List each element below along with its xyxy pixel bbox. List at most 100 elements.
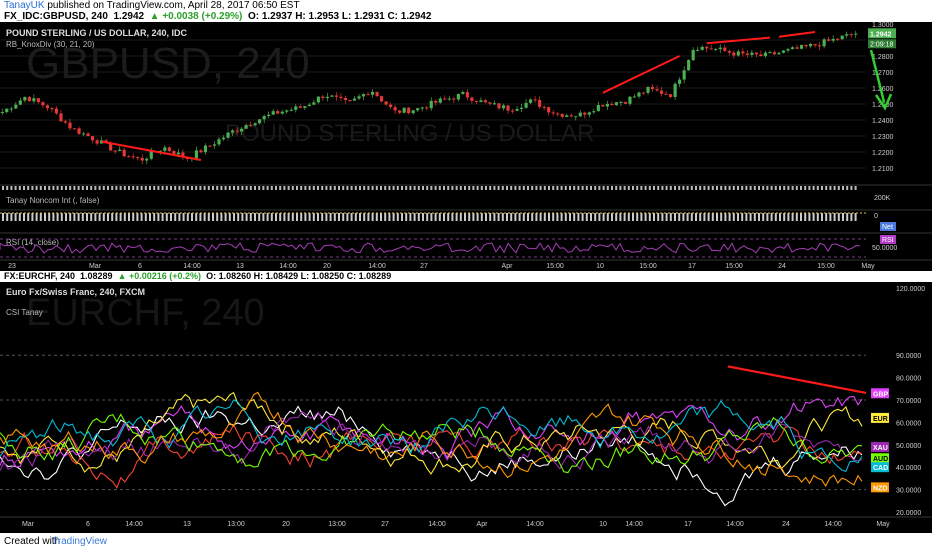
noncom-top-bar [186,186,189,190]
time-tick-label: 15:00 [639,263,657,270]
noncom-top-bar [123,186,126,190]
csi-time-tick-label: 14:00 [824,521,842,528]
candle-body [687,60,691,71]
candle-body [488,102,492,104]
noncom-top-bar [686,186,689,190]
noncom-bar [594,213,597,221]
noncom-top-bar [182,186,185,190]
noncom-bar [812,213,815,221]
noncom-top-bar [111,186,114,190]
noncom-top-bar [489,186,492,190]
author-link[interactable]: TanayUK [4,0,45,11]
noncom-bar [44,213,46,221]
csi-time-tick-label: 14:00 [625,521,643,528]
candle-body [438,98,442,103]
csi-series-line [0,391,863,488]
candle-body [678,79,682,84]
noncom-top-bar [438,186,441,190]
candle-body [100,140,104,144]
noncom-bar [405,213,408,221]
noncom-top-bar [560,186,563,190]
noncom-top-bar [623,186,626,190]
noncom-bar [249,213,252,221]
noncom-bar [350,213,353,221]
candle-body [41,102,45,106]
noncom-top-bar [212,186,214,190]
candle-body [407,107,411,114]
noncom-bar [333,213,336,221]
candle-body [628,96,632,104]
noncom-bar [745,213,748,221]
noncom-bar [195,213,198,221]
candle-body [375,91,379,97]
candle-body [32,98,36,102]
csi-tick-label: 120.0000 [896,286,925,293]
noncom-top-bar [98,186,101,190]
noncom-top-bar [728,186,731,190]
noncom-bar [476,213,479,221]
csi-pane[interactable] [0,282,866,517]
candle-body [515,108,519,111]
candle-body [122,149,126,157]
noncom-bar [426,213,429,221]
noncom-bar [703,213,706,221]
noncom-bar [161,213,164,221]
noncom-top-bar [333,186,336,190]
published-text: published on TradingView.com, April 28, … [47,0,300,11]
noncom-bar [65,213,67,221]
time-tick-label: 27 [420,263,428,270]
noncom-bar [552,213,555,221]
noncom-bar [590,213,592,221]
price-tick-label: 1.2300 [872,134,894,141]
noncom-bar [413,213,416,221]
noncom-top-bar [447,186,450,190]
price-tick-label: 1.2600 [872,86,894,93]
candle-body [646,86,650,93]
time-tick-label: 17 [688,263,696,270]
noncom-bar [644,213,647,221]
candle-body [650,86,655,90]
noncom-bar [737,213,739,221]
noncom-bar [758,213,760,221]
noncom-top-bar [371,186,374,190]
candle-body [402,107,406,113]
noncom-top-bar [548,186,550,190]
noncom-bar [35,213,38,221]
net-badge-label: Net [882,224,893,231]
noncom-bar [170,213,172,221]
price-pane[interactable] [0,22,866,185]
noncom-top-bar [766,186,769,190]
noncom-bar [60,213,63,221]
candle-body [474,100,478,102]
noncom-top-bar [816,186,819,190]
candle-body [854,33,858,35]
candle-body [637,92,641,97]
chart-header: TanayUK published on TradingView.com, Ap… [0,0,932,22]
noncom-bar [535,213,538,221]
noncom-bar [39,213,42,221]
noncom-bar [77,213,80,221]
symbol-label: FX_IDC:GBPUSD, 240 [4,11,108,22]
candle-body [673,83,677,97]
down-arrow-head [874,93,893,111]
noncom-top-bar [94,186,97,190]
candle-body [18,100,22,105]
csi-time-tick-label: 13:00 [328,521,346,528]
tradingview-logo[interactable]: TradingView [52,533,107,550]
csi-series-badge [871,412,889,423]
noncom-bar [682,213,685,221]
noncom-top-bar [787,186,790,190]
candle-body [348,100,352,102]
noncom-top-bar [783,186,786,190]
noncom-bar [695,213,697,221]
noncom-bar [380,213,382,221]
candle-body [727,50,731,53]
noncom-bar [81,213,84,221]
candle-body [497,103,501,109]
candle-body [167,147,171,152]
csi-tick-label: 50.0000 [896,443,921,450]
candle-body [217,139,221,145]
csi-time-tick-label: 24 [782,521,790,528]
noncom-bar [585,213,588,221]
csi-time-tick-label: 14:00 [526,521,544,528]
